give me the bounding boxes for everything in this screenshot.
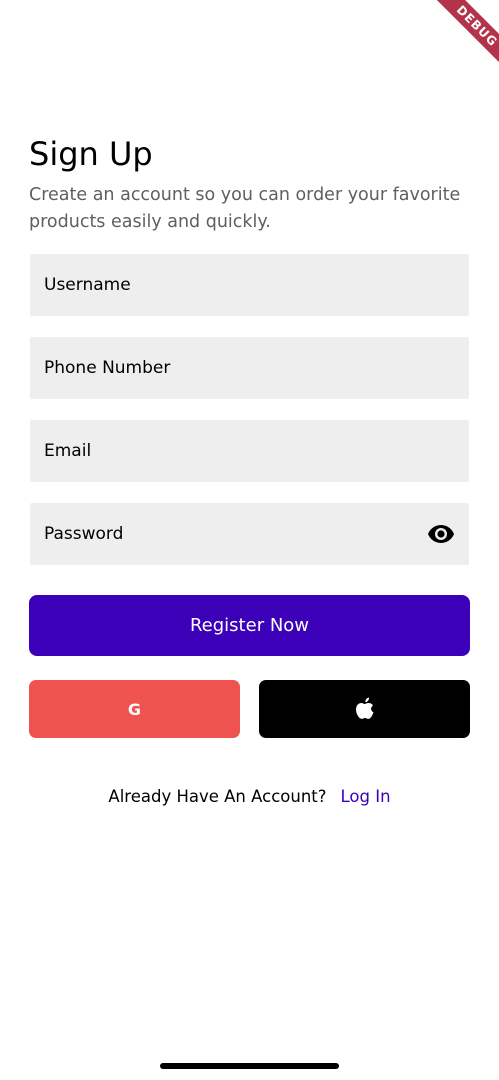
phone-field-container	[30, 337, 469, 399]
page-title: Sign Up	[29, 135, 153, 173]
already-have-account-text: Already Have An Account?	[108, 787, 327, 806]
apple-signin-button[interactable]	[259, 680, 470, 738]
phone-number-input[interactable]	[30, 337, 469, 399]
username-input[interactable]	[30, 254, 469, 316]
google-signin-button[interactable]: G	[29, 680, 240, 738]
home-indicator	[160, 1063, 339, 1069]
apple-icon	[355, 697, 373, 719]
google-icon: G	[127, 699, 142, 719]
login-prompt-row: Already Have An Account? Log In	[0, 785, 499, 809]
email-field-container	[30, 420, 469, 482]
eye-icon-graphic	[428, 525, 454, 543]
password-input[interactable]	[30, 503, 469, 565]
page-subtitle: Create an account so you can order your …	[29, 185, 461, 232]
log-in-link[interactable]: Log In	[341, 787, 391, 806]
username-field-container	[30, 254, 469, 316]
debug-banner-label: DEBUG	[427, 0, 499, 76]
eye-icon[interactable]	[427, 522, 455, 546]
email-input[interactable]	[30, 420, 469, 482]
password-field-container	[30, 503, 469, 565]
register-now-button[interactable]: Register Now	[29, 595, 470, 656]
debug-banner: DEBUG	[409, 0, 499, 90]
